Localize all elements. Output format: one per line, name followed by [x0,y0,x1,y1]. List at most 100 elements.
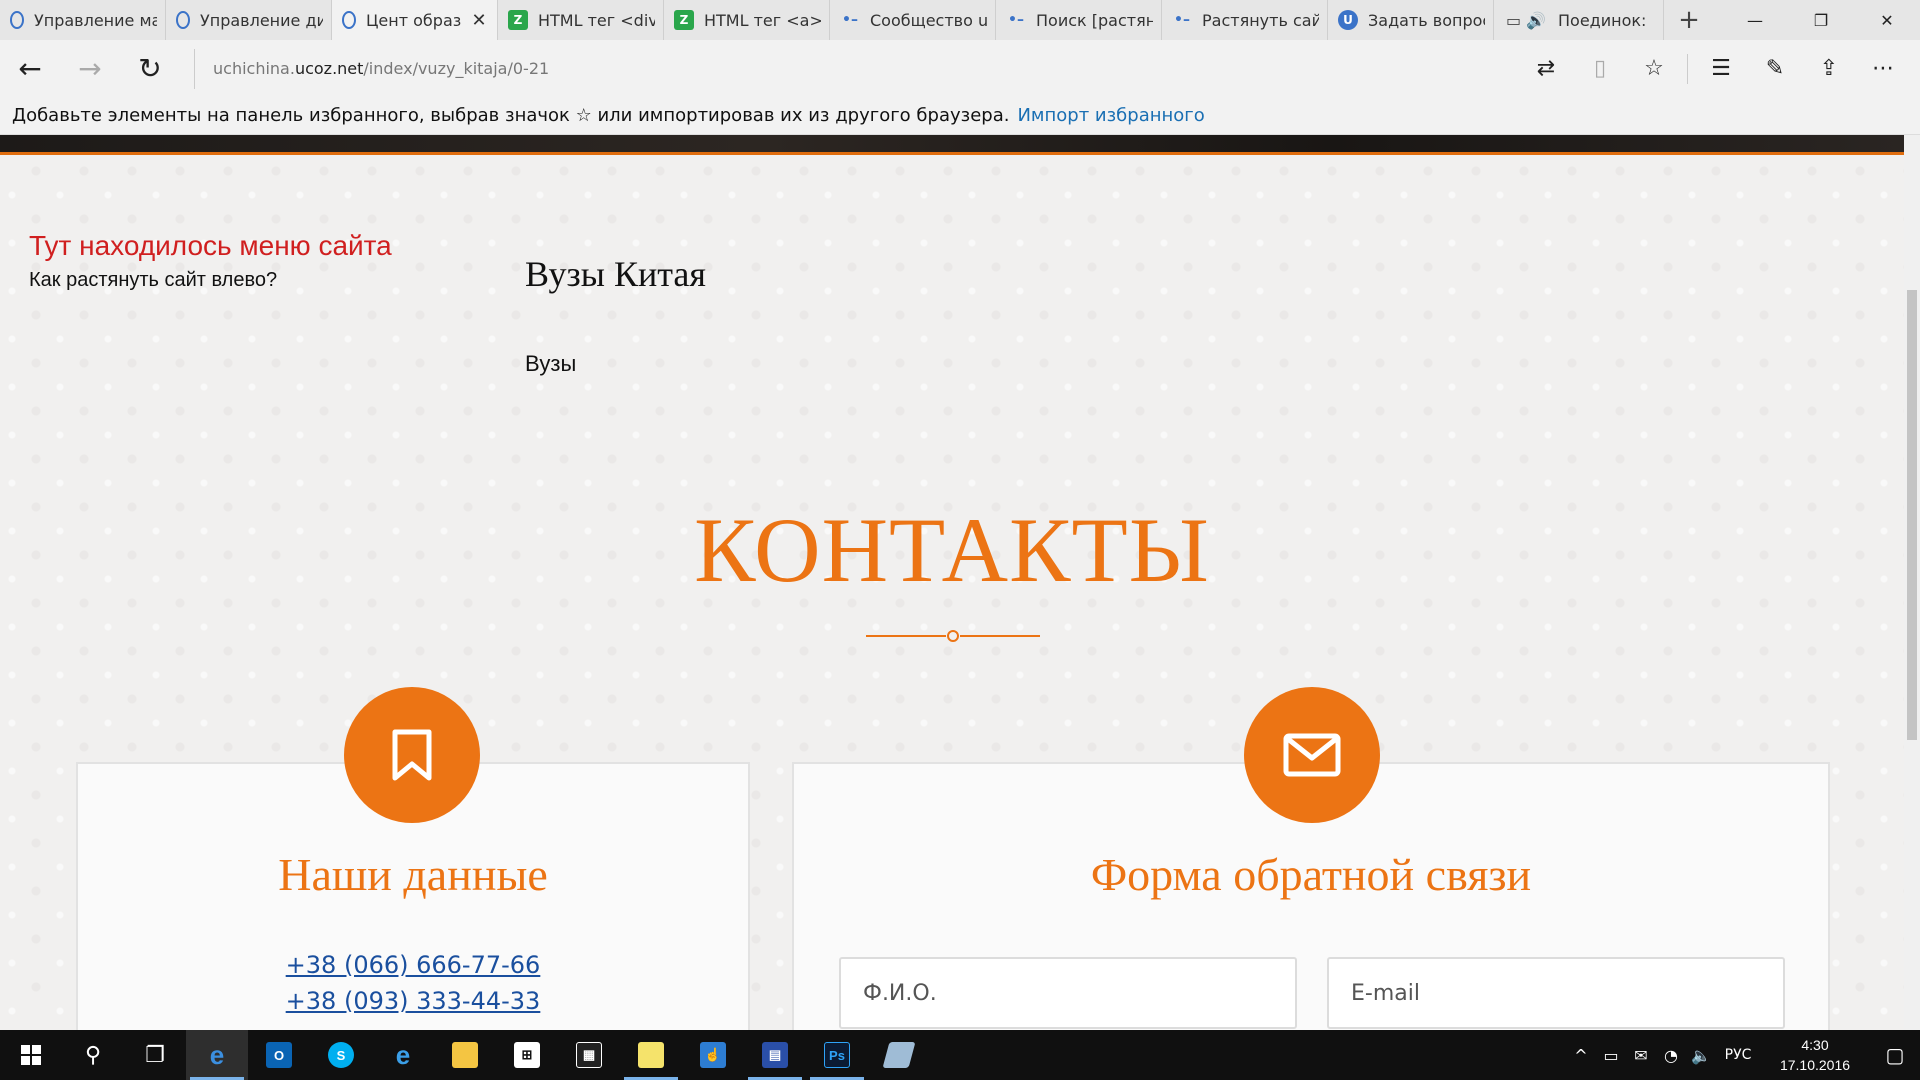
tab-2[interactable]: Управление ди: [166,0,332,40]
back-button[interactable]: ← [0,40,60,97]
toolbar-right: ⇄ ▯ ☆ ☰ ✎ ⇪ ⋯ [1519,40,1910,97]
envelope-icon [1283,733,1341,777]
clock-time: 4:30 [1801,1037,1829,1053]
minimize-icon[interactable]: — [1722,0,1788,40]
chevron-up-icon[interactable]: ^ [1566,1046,1596,1065]
taskbar-skype[interactable]: S [310,1030,372,1080]
translate-icon[interactable]: ⇄ [1519,40,1573,97]
mail-circle [1244,687,1380,823]
refresh-button[interactable]: ↻ [120,40,180,97]
window-audio-icon: ▭ 🔊 [1505,10,1547,30]
close-tab-icon[interactable]: ✕ [469,10,489,31]
favorite-star-icon[interactable]: ☆ [1627,40,1681,97]
taskbar-ie[interactable]: e [372,1030,434,1080]
start-button[interactable] [0,1030,62,1080]
taskbar-pen-app[interactable] [868,1030,930,1080]
email-placeholder: E-mail [1351,980,1420,1006]
clock[interactable]: 4:30 17.10.2016 [1760,1035,1870,1075]
edge-icon: e [209,1039,225,1070]
phone-link-1[interactable]: +38 (066) 666-77-66 [76,951,750,979]
ucoz-icon [10,11,24,29]
tab-3-active[interactable]: Цент образ ✕ [332,0,498,40]
battery-icon[interactable]: ▭ [1596,1046,1626,1065]
tab-strip: Управление ма Управление ди: Цент образ ✕… [0,0,1920,40]
name-placeholder: Ф.И.О. [863,980,937,1006]
forward-arrow-icon: → [78,52,102,85]
wifi-icon[interactable]: ◔ [1656,1046,1686,1065]
pen-app-icon [882,1042,916,1068]
tab-title: HTML тег <div> [538,10,655,30]
taskbar-calculator[interactable]: ▦ [558,1030,620,1080]
tab-6[interactable]: •– Сообщество uC [830,0,996,40]
touch-app-icon: ☝ [700,1042,726,1068]
more-icon[interactable]: ⋯ [1856,40,1910,97]
tab-title: Управление ди: [200,10,323,30]
search-button[interactable]: ⚲ [62,1030,124,1080]
outlook-tray-icon[interactable]: ✉ [1626,1046,1656,1065]
z-icon: Z [674,10,694,30]
tab-title: HTML тег <a>. [704,10,821,30]
ucoz-icon [342,11,356,29]
taskbar-outlook[interactable]: O [248,1030,310,1080]
menu-question: Как растянуть сайт влево? [29,269,278,291]
menu-placeholder-note: Тут находилось меню сайта [29,230,392,261]
forward-button[interactable]: → [60,40,120,97]
volume-icon[interactable]: 🔈 [1686,1046,1716,1065]
favorites-prompt-bar: Добавьте элементы на панель избранного, … [0,97,1920,135]
refresh-icon: ↻ [138,52,162,85]
taskbar-explorer[interactable] [434,1030,496,1080]
share-icon[interactable]: ⇪ [1802,40,1856,97]
taskbar-photoshop[interactable]: Ps [806,1030,868,1080]
task-view-button[interactable]: ❐ [124,1030,186,1080]
tab-title: Задать вопрос [1368,10,1485,30]
new-tab-button[interactable]: + [1664,0,1714,40]
import-favorites-link[interactable]: Импорт избранного [1017,105,1204,126]
tab-9[interactable]: U Задать вопрос [1328,0,1494,40]
our-data-title: Наши данные [278,849,548,900]
tab-10[interactable]: ▭ 🔊 Поединок: [1494,0,1664,40]
address-bar[interactable]: uchichina. ucoz.net/index/vuzy_kitaja/0-2… [194,48,1519,89]
tab-title: Управление ма [34,10,157,30]
ie-icon: e [395,1039,411,1070]
file-explorer-icon [452,1042,478,1068]
contacts-heading: КОНТАКТЫ [694,499,1210,601]
tab-title: Растянуть сайт [1202,10,1319,30]
tab-7[interactable]: •– Поиск [растяну [996,0,1162,40]
scrollbar-thumb[interactable] [1907,290,1917,740]
language-indicator[interactable]: РУС [1716,1047,1760,1063]
phone-link-2[interactable]: +38 (093) 333-44-33 [76,987,750,1015]
url-domain: ucoz.net [294,59,364,78]
tab-1[interactable]: Управление ма [0,0,166,40]
web-note-icon[interactable]: ✎ [1748,40,1802,97]
name-field[interactable]: Ф.И.О. [839,957,1297,1029]
email-field[interactable]: E-mail [1327,957,1785,1029]
dots-icon: •– [842,12,858,28]
tab-title: Поиск [растяну [1036,10,1153,30]
system-tray: ^ ▭ ✉ ◔ 🔈 РУС 4:30 17.10.2016 ▢ [1566,1030,1920,1080]
outlook-icon: O [266,1042,292,1068]
taskbar-save-app[interactable]: ▤ [744,1030,806,1080]
taskbar-touch-app[interactable]: ☝ [682,1030,744,1080]
notification-center-icon[interactable]: ▢ [1870,1043,1920,1067]
taskbar-edge[interactable]: e [186,1030,248,1080]
tab-5[interactable]: Z HTML тег <a>. [664,0,830,40]
tab-title: Сообщество uC [870,10,987,30]
bookmark-circle [344,687,480,823]
photoshop-icon: Ps [824,1042,850,1068]
favorites-prompt-text: Добавьте элементы на панель избранного, … [12,105,1010,126]
reading-view-icon[interactable]: ▯ [1573,40,1627,97]
back-arrow-icon: ← [18,52,42,85]
navigation-bar: ← → ↻ uchichina. ucoz.net/index/vuzy_kita… [0,40,1920,97]
close-window-icon[interactable]: ✕ [1854,0,1920,40]
tab-8[interactable]: •– Растянуть сайт [1162,0,1328,40]
hub-icon[interactable]: ☰ [1694,40,1748,97]
tab-4[interactable]: Z HTML тег <div> [498,0,664,40]
taskbar-store[interactable]: ⊞ [496,1030,558,1080]
ornament-divider [866,630,1040,642]
toolbar-divider [1687,53,1688,84]
ucoz-icon [176,11,190,29]
restore-icon[interactable]: ❐ [1788,0,1854,40]
taskbar-sticky-notes[interactable] [620,1030,682,1080]
page-scrollbar[interactable] [1904,135,1920,1030]
z-icon: Z [508,10,528,30]
